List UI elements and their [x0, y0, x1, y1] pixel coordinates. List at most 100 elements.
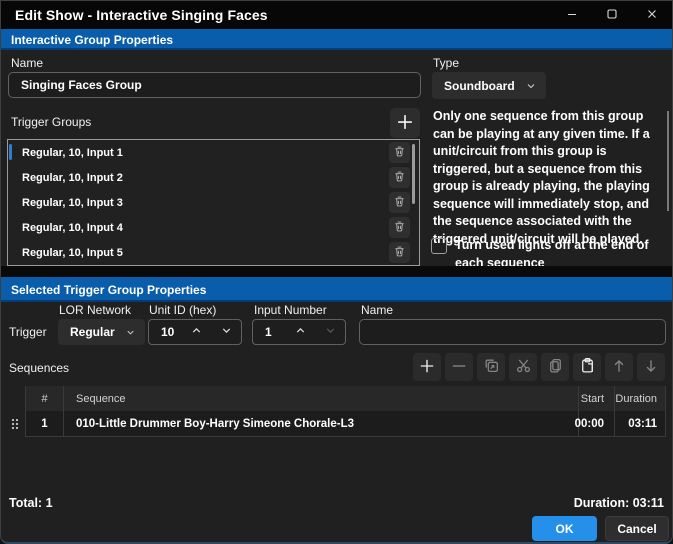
- chevron-up-icon: [294, 324, 307, 340]
- unit-id-increment-button[interactable]: [181, 320, 211, 344]
- delete-trigger-group-button[interactable]: [389, 142, 410, 163]
- lor-network-dropdown[interactable]: Regular: [58, 319, 145, 345]
- copy-icon: [547, 357, 564, 377]
- minus-icon: [450, 357, 468, 378]
- trigger-name-label: Name: [361, 303, 394, 317]
- scissors-icon: [515, 357, 532, 377]
- unit-id-label: Unit ID (hex): [149, 303, 217, 317]
- chevron-up-icon: [190, 324, 203, 340]
- caption-buttons: [552, 1, 672, 29]
- chevron-down-icon: [125, 327, 136, 338]
- lights-off-checkbox[interactable]: [431, 238, 447, 254]
- move-up-button[interactable]: [605, 353, 633, 381]
- chevron-down-icon: [525, 80, 537, 92]
- input-number-increment-button[interactable]: [285, 320, 315, 344]
- trigger-groups-scrollbar[interactable]: [412, 144, 415, 204]
- clipboard-paste-icon: [579, 357, 596, 377]
- plus-icon: [418, 357, 436, 378]
- duplicate-button[interactable]: [477, 353, 505, 381]
- unit-id-spinner: 10: [148, 319, 242, 345]
- duplicate-icon: [483, 357, 500, 377]
- group-description-text: Only one sequence from this group can be…: [433, 109, 650, 246]
- description-scrollbar[interactable]: [667, 111, 669, 211]
- edit-show-dialog: Edit Show - Interactive Singing Faces In…: [0, 0, 673, 544]
- column-header-duration: Duration: [614, 386, 666, 411]
- move-down-button[interactable]: [637, 353, 665, 381]
- trigger-group-label: Regular, 10, Input 4: [22, 221, 123, 234]
- arrow-down-icon: [642, 357, 660, 378]
- delete-trigger-group-button[interactable]: [389, 167, 410, 188]
- section-divider: [1, 266, 672, 277]
- total-duration: Duration: 03:11: [573, 496, 664, 510]
- group-name-input[interactable]: Singing Faces Group: [8, 72, 421, 98]
- sequences-table-header: # Sequence Start Duration: [5, 386, 666, 411]
- add-trigger-group-button[interactable]: [390, 108, 420, 138]
- sequences-table: # Sequence Start Duration 1 010-Little D…: [5, 386, 666, 437]
- drag-handle-icon[interactable]: [5, 411, 25, 437]
- sequence-row-duration: 03:11: [614, 411, 666, 437]
- sequence-row-num: 1: [25, 411, 63, 437]
- type-label: Type: [433, 56, 460, 70]
- plus-icon: [395, 112, 415, 135]
- trash-icon: [393, 245, 406, 261]
- lor-network-label: LOR Network: [59, 303, 132, 317]
- type-dropdown[interactable]: Soundboard: [432, 72, 546, 99]
- arrow-up-icon: [610, 357, 628, 378]
- chevron-down-icon: [220, 324, 233, 340]
- close-button[interactable]: [632, 1, 672, 29]
- chevron-down-icon: [324, 324, 337, 340]
- trigger-group-list-item[interactable]: Regular, 10, Input 5: [8, 240, 419, 265]
- sequence-row-name: 010-Little Drummer Boy-Harry Simeone Cho…: [63, 411, 578, 437]
- titlebar: Edit Show - Interactive Singing Faces: [1, 1, 672, 29]
- trigger-group-list-item[interactable]: Regular, 10, Input 3: [8, 190, 419, 215]
- unit-id-decrement-button[interactable]: [211, 320, 241, 344]
- unit-id-value[interactable]: 10: [149, 325, 181, 339]
- trigger-group-list-item[interactable]: Regular, 10, Input 1: [8, 140, 419, 165]
- lor-network-value: Regular: [70, 325, 115, 339]
- trash-icon: [393, 145, 406, 161]
- delete-trigger-group-button[interactable]: [389, 192, 410, 213]
- delete-trigger-group-button[interactable]: [389, 242, 410, 263]
- remove-sequence-button[interactable]: [445, 353, 473, 381]
- column-header-num: #: [25, 386, 63, 411]
- trigger-group-list-item[interactable]: Regular, 10, Input 2: [8, 165, 419, 190]
- trigger-group-label: Regular, 10, Input 1: [22, 146, 123, 159]
- trigger-group-list-item[interactable]: Regular, 10, Input 4: [8, 215, 419, 240]
- trigger-group-label: Regular, 10, Input 2: [22, 171, 123, 184]
- type-dropdown-value: Soundboard: [444, 78, 515, 93]
- trigger-properties-header: Selected Trigger Group Properties: [1, 277, 672, 302]
- trash-icon: [393, 195, 406, 211]
- paste-button[interactable]: [573, 353, 601, 381]
- group-properties-header: Interactive Group Properties: [1, 29, 672, 50]
- trigger-group-label: Regular, 10, Input 5: [22, 246, 123, 259]
- copy-button[interactable]: [541, 353, 569, 381]
- input-number-spinner: 1: [252, 319, 346, 345]
- delete-trigger-group-button[interactable]: [389, 217, 410, 238]
- name-label: Name: [11, 56, 44, 70]
- input-number-decrement-button[interactable]: [315, 320, 345, 344]
- column-header-sequence: Sequence: [63, 386, 578, 411]
- selection-accent-bar: [9, 144, 12, 160]
- minimize-button[interactable]: [552, 1, 592, 29]
- trigger-groups-list: Regular, 10, Input 1 Regular, 10, Input …: [7, 139, 420, 266]
- trash-icon: [393, 170, 406, 186]
- cancel-button[interactable]: Cancel: [605, 516, 669, 541]
- ok-button[interactable]: OK: [532, 516, 597, 541]
- sequence-table-row[interactable]: 1 010-Little Drummer Boy-Harry Simeone C…: [5, 411, 666, 437]
- trigger-row-label: Trigger: [9, 325, 47, 339]
- trigger-groups-label: Trigger Groups: [11, 115, 92, 129]
- maximize-icon: [604, 6, 620, 25]
- trigger-group-label: Regular, 10, Input 3: [22, 196, 123, 209]
- sequences-label: Sequences: [9, 361, 70, 375]
- add-sequence-button[interactable]: [413, 353, 441, 381]
- sequences-toolbar: [413, 353, 665, 381]
- minimize-icon: [564, 6, 580, 25]
- trigger-name-input[interactable]: [359, 319, 666, 345]
- maximize-button[interactable]: [592, 1, 632, 29]
- total-count: Total: 1: [9, 496, 53, 510]
- trash-icon: [393, 220, 406, 236]
- input-number-value[interactable]: 1: [253, 325, 285, 339]
- column-header-start: Start: [578, 386, 614, 411]
- window-title: Edit Show - Interactive Singing Faces: [15, 7, 268, 23]
- cut-icon-button[interactable]: [509, 353, 537, 381]
